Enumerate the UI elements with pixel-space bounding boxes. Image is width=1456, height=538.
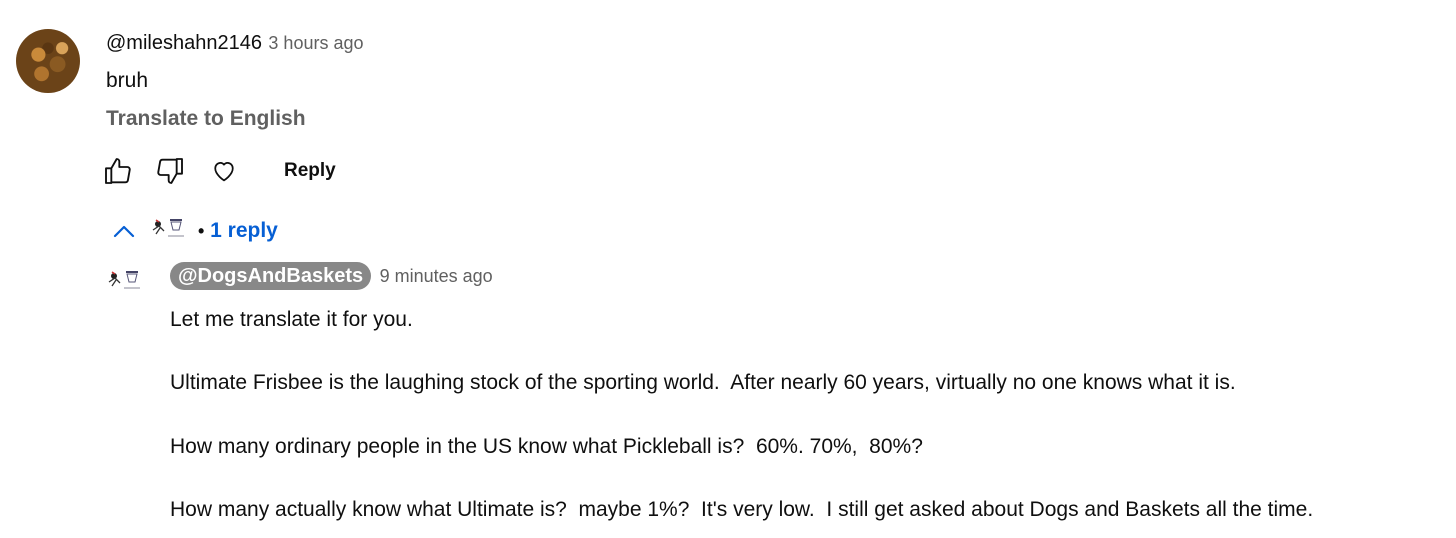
reply-author-mini-avatar	[150, 216, 186, 245]
commenter-avatar[interactable]	[16, 29, 80, 93]
replies-count-label: 1 reply	[210, 219, 278, 242]
dislike-button[interactable]	[154, 155, 186, 187]
like-button[interactable]	[102, 155, 134, 187]
reply-button[interactable]: Reply	[284, 160, 336, 182]
heart-button[interactable]	[210, 157, 238, 185]
reply-avatar[interactable]	[106, 268, 142, 297]
reply-timestamp[interactable]: 9 minutes ago	[380, 266, 493, 286]
heart-icon	[214, 161, 234, 182]
reply-paragraph-1: Let me translate it for you.	[170, 308, 413, 331]
replies-bullet: •	[198, 221, 205, 241]
translate-link[interactable]: Translate to English	[106, 107, 306, 131]
replies-toggle[interactable]: • 1 reply	[198, 219, 278, 243]
comment-timestamp[interactable]: 3 hours ago	[268, 33, 363, 53]
reply-username-chip[interactable]: @DogsAndBaskets	[170, 262, 372, 290]
dog-logo-icon	[152, 219, 184, 237]
replies-toggle-chevron[interactable]	[112, 220, 136, 242]
thumbs-up-icon	[105, 158, 131, 184]
comment-text: bruh	[106, 69, 149, 92]
reply-paragraph-2: Ultimate Frisbee is the laughing stock o…	[170, 371, 1236, 394]
chevron-up-icon	[113, 225, 135, 238]
reply-paragraph-3: How many ordinary people in the US know …	[170, 435, 923, 458]
dog-logo-icon	[108, 271, 140, 289]
comment-username[interactable]: @mileshahn2146	[106, 32, 262, 54]
comment-header: @mileshahn2146 3 hours ago	[106, 32, 364, 55]
thumbs-down-icon	[157, 158, 183, 184]
reply-paragraph-4: How many actually know what Ultimate is?…	[170, 498, 1314, 521]
reply-header: @DogsAndBaskets 9 minutes ago	[170, 262, 493, 290]
